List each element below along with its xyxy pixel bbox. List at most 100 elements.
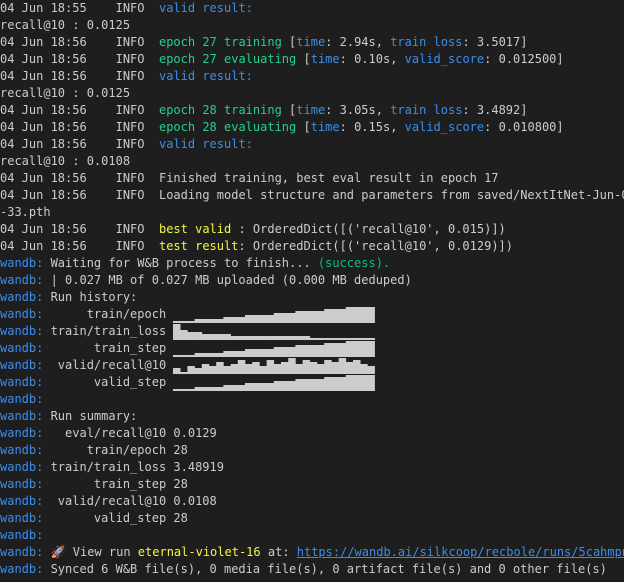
sparkline-bar: [317, 310, 325, 323]
wandb-prefix: wandb:: [0, 392, 44, 406]
log-line: recall@10 : 0.0108: [0, 154, 131, 168]
sparkline-bar: [339, 376, 347, 391]
sparkline-bar: [274, 380, 282, 391]
sparkline-bar: [195, 386, 203, 391]
sparkline-bar: [360, 306, 369, 323]
summary-value: train/epoch 28: [43, 443, 188, 457]
wandb-prefix: wandb:: [0, 273, 44, 287]
sparkline-bar: [295, 344, 304, 357]
wandb-line: wandb: Synced 6 W&B file(s), 0 media fil…: [0, 562, 607, 576]
sparkline-bar: [303, 378, 311, 391]
sparkline-bar: [187, 331, 196, 340]
wandb-prefix: wandb:: [0, 460, 44, 474]
log-message: valid result:: [158, 69, 253, 83]
sparkline-bar: [274, 363, 282, 374]
sparkline-bar: [231, 316, 239, 323]
sparkline-bar: [180, 329, 189, 340]
log-timestamp: 04 Jun 18:56: [0, 69, 87, 83]
epoch-label: epoch 27 evaluating: [158, 52, 297, 66]
sparkline-bar: [187, 365, 196, 374]
sparkline-bar: [267, 382, 275, 391]
metric-label: train_step: [43, 341, 174, 355]
log-message: valid result:: [158, 137, 253, 151]
wandb-prefix: wandb:: [0, 324, 44, 338]
wandb-prefix: wandb:: [0, 375, 44, 389]
log-timestamp: 04 Jun 18:55: [0, 1, 87, 15]
sparkline: [173, 306, 375, 323]
sparkline-bar: [295, 363, 304, 374]
wandb-history-row: wandb: train/epoch: [0, 306, 624, 323]
sparkline-bar: [238, 350, 246, 357]
log-line: -33.pth: [0, 205, 51, 219]
sparkline-bar: [259, 314, 268, 323]
sparkline-bar: [310, 361, 318, 374]
sparkline-bar: [317, 363, 325, 374]
wandb-prefix: wandb:: [0, 409, 44, 423]
sparkline-bar: [281, 335, 289, 340]
log-line: 04 Jun 18:56 INFO epoch 27 training [tim…: [0, 35, 528, 49]
summary-value: train/train_loss 3.48919: [43, 460, 224, 474]
log-message: Loading model structure and parameters f…: [158, 188, 624, 202]
log-level: INFO: [115, 120, 145, 134]
sparkline-bar: [281, 312, 289, 323]
sparkline-bar: [267, 314, 275, 323]
sparkline: [173, 357, 375, 374]
sparkline-bar: [346, 306, 354, 323]
log-level: INFO: [115, 69, 145, 83]
sparkline-bar: [238, 335, 246, 340]
sparkline-bar: [223, 365, 232, 374]
sparkline-bar: [281, 361, 289, 374]
wandb-line: wandb: Waiting for W&B process to finish…: [0, 256, 391, 270]
sparkline-bar: [202, 318, 210, 323]
sparkline-bar: [367, 365, 375, 374]
sparkline-bar: [267, 348, 275, 357]
sparkline-bar: [324, 342, 333, 357]
sparkline-bar: [317, 344, 325, 357]
wandb-prefix: wandb:: [0, 426, 44, 440]
log-level: INFO: [115, 188, 145, 202]
sparkline-bar: [360, 363, 369, 374]
sparkline-bar: [238, 316, 246, 323]
sparkline-bar: [346, 340, 354, 357]
log-line: 04 Jun 18:56 INFO valid result:: [0, 136, 624, 153]
wandb-line: wandb: Run summary:: [0, 408, 624, 425]
sparkline-bar: [288, 346, 297, 357]
sparkline-bar: [303, 344, 311, 357]
sparkline-bar: [331, 342, 340, 357]
wandb-summary-row: wandb: train/train_loss 3.48919: [0, 459, 624, 476]
sparkline-bar: [295, 335, 304, 340]
wandb-line: wandb:: [0, 391, 624, 408]
wandb-prefix: wandb:: [0, 477, 44, 491]
sparkline-bar: [231, 384, 239, 391]
sparkline-bar: [274, 346, 282, 357]
success-status: (success).: [317, 256, 391, 270]
sparkline-bar: [209, 386, 217, 391]
sparkline-bar: [331, 308, 340, 323]
sparkline-bar: [223, 333, 232, 340]
log-level: INFO: [115, 222, 145, 236]
sparkline-bar: [324, 376, 333, 391]
sparkline-bar: [202, 386, 210, 391]
wandb-prefix: wandb:: [0, 341, 44, 355]
log-line: 04 Jun 18:56 INFO best valid : OrderedDi…: [0, 222, 506, 236]
log-level: INFO: [115, 137, 145, 151]
log-timestamp: 04 Jun 18:56: [0, 188, 87, 202]
sparkline-bar: [281, 380, 289, 391]
sparkline-bar: [367, 306, 375, 323]
sparkline-bar: [238, 384, 246, 391]
wandb-history-row: wandb: train_step: [0, 340, 624, 357]
test-result-label: test result: [158, 239, 239, 253]
sparkline-bar: [173, 367, 181, 374]
sparkline-bar: [195, 367, 203, 374]
sparkline-bar: [324, 308, 333, 323]
log-line: 04 Jun 18:56 INFO epoch 28 evaluating [t…: [0, 120, 564, 134]
sparkline: [173, 374, 375, 391]
sparkline-bar: [209, 333, 217, 340]
run-url-link[interactable]: https://wandb.ai/silkcoop/recbole/runs/5…: [297, 545, 624, 559]
log-level: INFO: [115, 103, 145, 117]
metric-label: valid_step: [43, 375, 174, 389]
wandb-prefix: wandb:: [0, 256, 44, 270]
metric-label: valid/recall@10: [43, 358, 174, 372]
sparkline-bar: [303, 310, 311, 323]
summary-value: valid_step 28: [43, 511, 188, 525]
